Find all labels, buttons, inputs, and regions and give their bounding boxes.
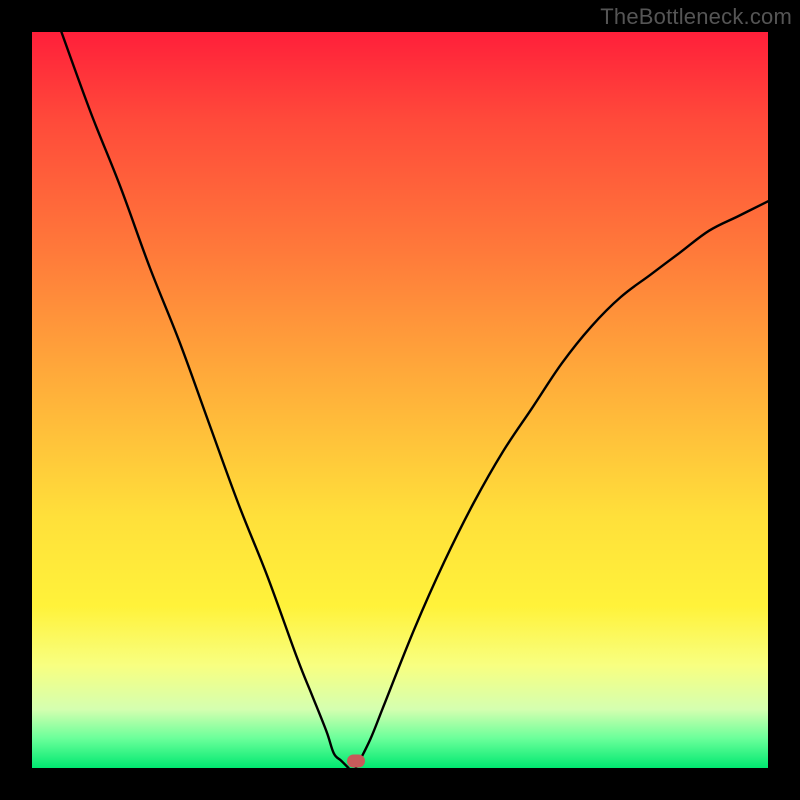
- plot-area: [32, 32, 768, 768]
- optimal-point-marker: [347, 754, 365, 767]
- chart-frame: TheBottleneck.com: [0, 0, 800, 800]
- watermark-text: TheBottleneck.com: [600, 4, 792, 30]
- series-bottleneck-right: [356, 201, 768, 768]
- series-bottleneck-left: [61, 32, 348, 768]
- bottleneck-curve: [32, 32, 768, 768]
